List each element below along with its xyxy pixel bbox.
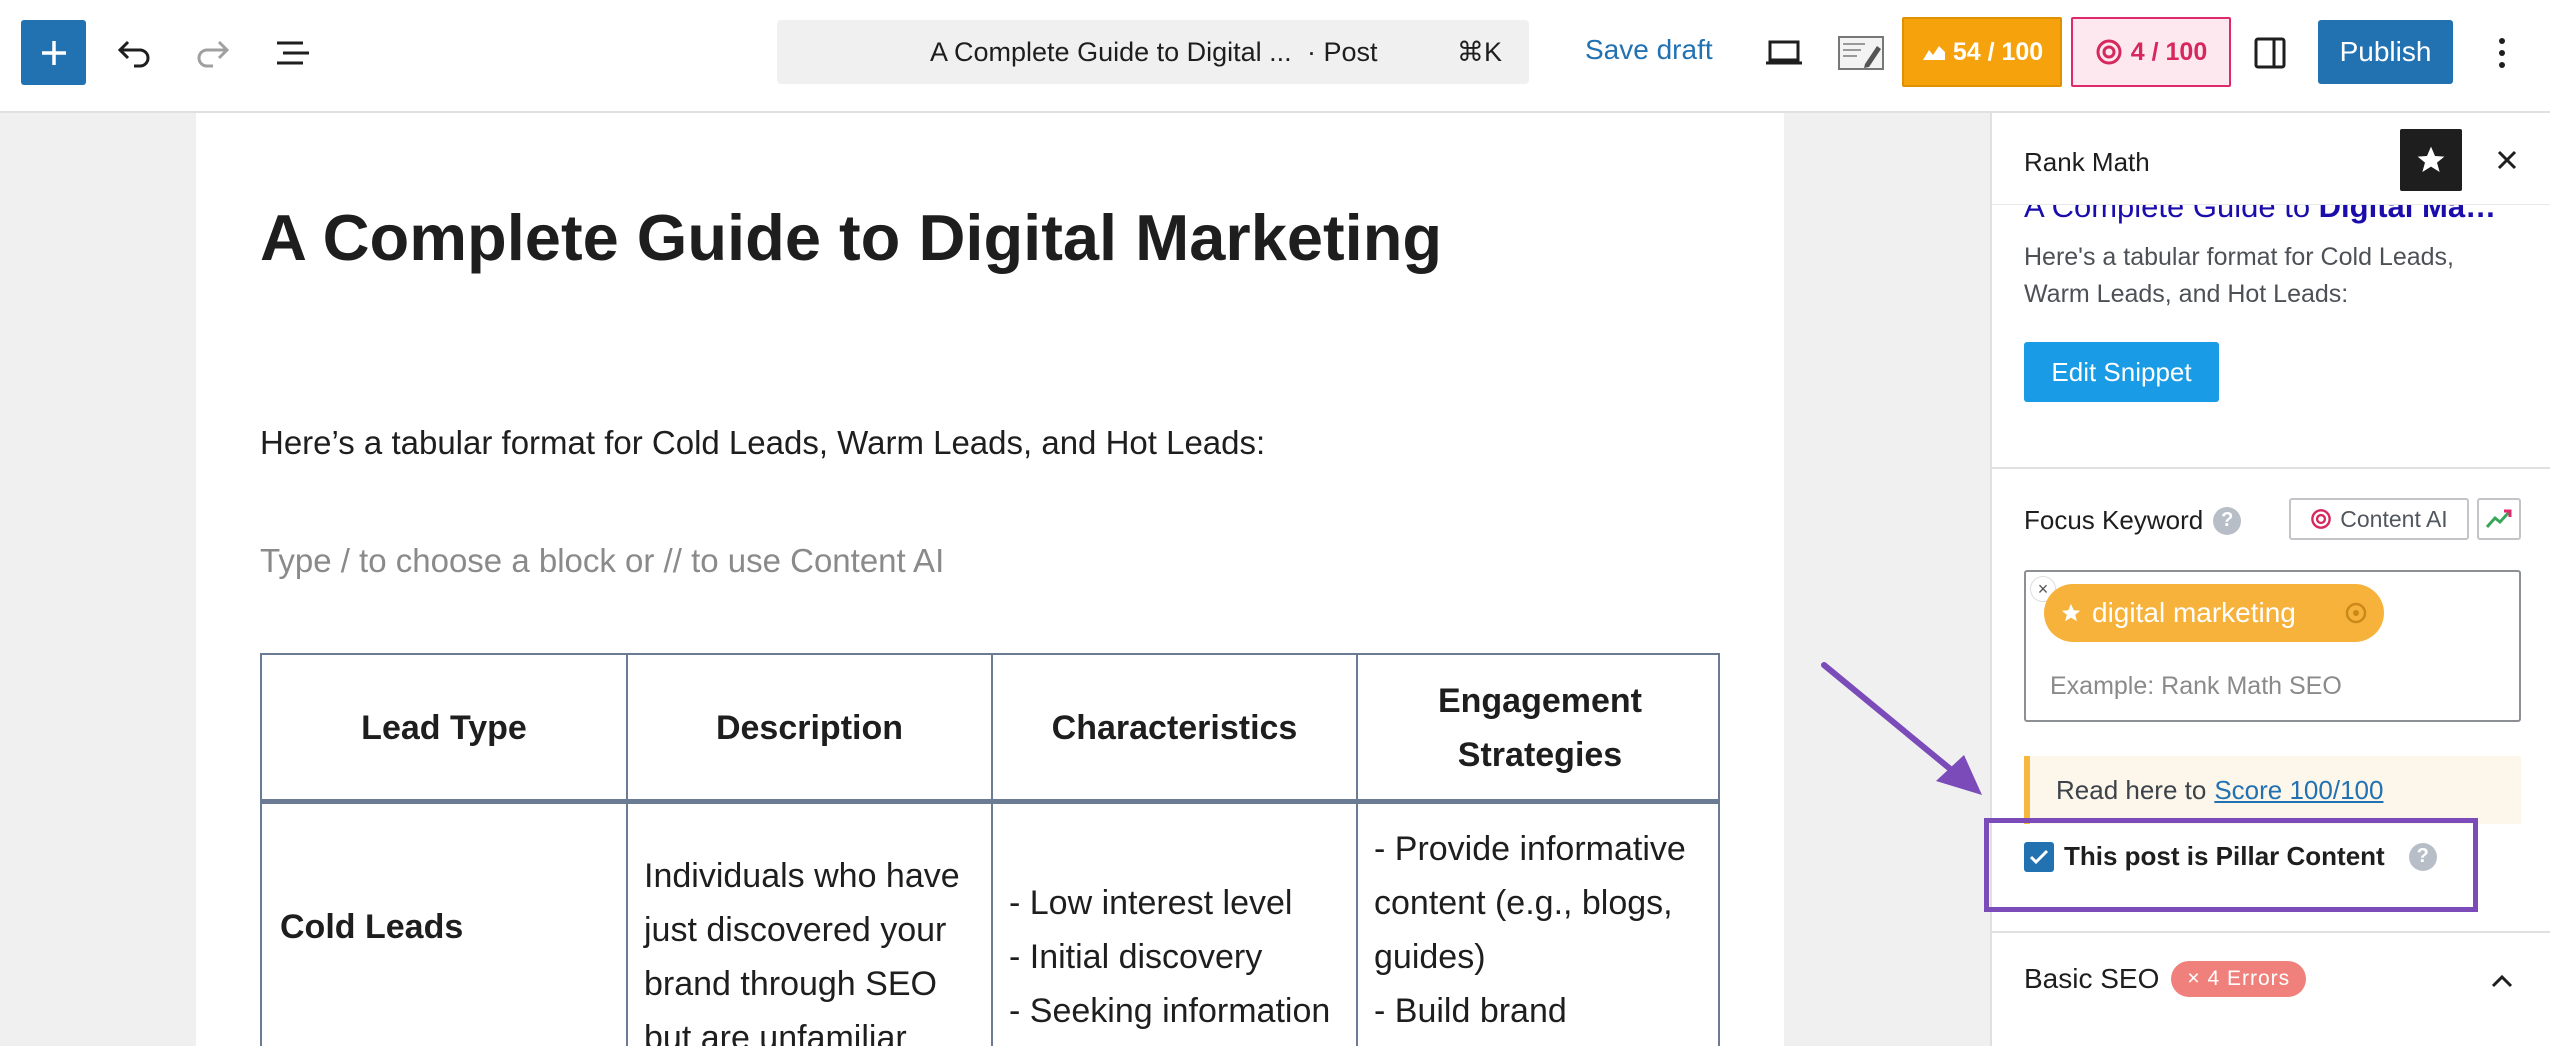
publish-button[interactable]: Publish <box>2318 20 2453 84</box>
content-ai-icon <box>2096 39 2122 65</box>
table-column-lead-type: Lead Type Cold Leads <box>262 655 628 1046</box>
options-menu-button[interactable] <box>2477 28 2527 78</box>
command-palette-bar[interactable]: A Complete Guide to Digital ... · Post ⌘… <box>777 20 1529 84</box>
focus-keyword-text: Focus Keyword <box>2024 505 2204 535</box>
trend-chart-icon <box>2485 509 2512 528</box>
pin-sidebar-button[interactable] <box>2400 129 2462 191</box>
score-tip-notice: Read here to Score 100/100 <box>2024 756 2521 824</box>
chevron-up-icon <box>2491 974 2513 988</box>
preview-button[interactable] <box>1757 28 1811 78</box>
cell-line: Individuals who have <box>644 857 960 895</box>
settings-sidebar-button[interactable] <box>2245 28 2295 78</box>
close-icon <box>2497 150 2517 170</box>
top-toolbar: A Complete Guide to Digital ... · Post ⌘… <box>0 0 2550 113</box>
edit-document-icon <box>1838 36 1884 70</box>
table-column-description: Description Individuals who have just di… <box>628 655 993 1046</box>
trends-button[interactable] <box>2477 498 2521 540</box>
table-cell-strategies[interactable]: - Provide informative content (e.g., blo… <box>1358 822 1718 1038</box>
table-cell-description[interactable]: Individuals who have just discovered you… <box>628 849 991 1046</box>
star-icon <box>2061 603 2081 622</box>
basic-seo-panel-toggle[interactable]: Basic SEO × 4 Errors <box>2024 961 2307 997</box>
list-view-icon <box>277 41 309 65</box>
table-block[interactable]: Lead Type Cold Leads Description Individ… <box>260 653 1720 1046</box>
keyword-tag[interactable]: digital marketing <box>2044 584 2384 642</box>
keyword-input-placeholder[interactable]: Example: Rank Math SEO <box>2050 672 2342 701</box>
content-ai-icon <box>2311 509 2332 529</box>
table-cell-lead-type[interactable]: Cold Leads <box>262 805 626 1046</box>
plus-icon <box>41 40 66 65</box>
seo-score-value: 54 / 100 <box>1952 37 2044 66</box>
snippet-editor-button[interactable] <box>1834 28 1890 78</box>
sidebar-header: Rank Math <box>1992 113 2550 205</box>
table-header-cell[interactable]: Engagement Strategies <box>1358 655 1718 801</box>
table-header-cell[interactable]: Characteristics <box>993 655 1356 801</box>
cell-line: - Provide informative <box>1374 830 1686 868</box>
cell-line: guides) <box>1374 938 1486 976</box>
table-column-characteristics: Characteristics - Low interest level - I… <box>993 655 1358 1046</box>
annotation-highlight-box <box>1984 818 2478 912</box>
redo-icon <box>197 40 230 68</box>
redo-button[interactable] <box>188 28 238 78</box>
cell-line: - Initial discovery <box>1009 938 1263 976</box>
content-ai-button[interactable]: Content AI <box>2289 498 2469 540</box>
paragraph-block[interactable]: Here’s a tabular format for Cold Leads, … <box>260 424 1265 462</box>
refresh-icon[interactable] <box>2342 599 2370 627</box>
snippet-preview-description: Here's a tabular format for Cold Leads, … <box>2024 243 2454 308</box>
table-header-cell[interactable]: Lead Type <box>262 655 626 801</box>
close-sidebar-button[interactable] <box>2482 135 2532 185</box>
cell-line: just discovered your <box>644 911 947 949</box>
cmd-shortcut: ⌘K <box>1456 37 1502 67</box>
content-ai-label: Content AI <box>2340 505 2448 532</box>
score-tip-link[interactable]: Score 100/100 <box>2214 775 2383 806</box>
sidebar-title: Rank Math <box>2024 147 2150 177</box>
cell-line: - Low interest level <box>1009 884 1293 922</box>
document-overview-button[interactable] <box>268 28 318 78</box>
cell-line: content (e.g., blogs, <box>1374 884 1673 922</box>
table-column-strategies: Engagement Strategies - Provide informat… <box>1358 655 1718 1046</box>
save-draft-button[interactable]: Save draft <box>1585 34 1713 66</box>
undo-button[interactable] <box>109 28 159 78</box>
cell-line: - Build brand <box>1374 992 1567 1030</box>
post-title[interactable]: A Complete Guide to Digital Marketing <box>260 200 1442 275</box>
score-tip-text: Read here to <box>2056 774 2207 805</box>
seo-score-button[interactable]: 54 / 100 <box>1902 17 2062 87</box>
laptop-icon <box>1766 40 1802 65</box>
keyword-text: digital marketing <box>2092 597 2296 628</box>
help-icon[interactable]: ? <box>2213 506 2242 535</box>
edit-snippet-button[interactable]: Edit Snippet <box>2024 342 2219 402</box>
empty-block-placeholder[interactable]: Type / to choose a block or // to use Co… <box>260 542 944 580</box>
section-divider <box>1992 931 2550 933</box>
table-header-cell[interactable]: Description <box>628 655 991 801</box>
focus-keyword-field[interactable]: × digital marketing Example: Rank Math S… <box>2024 570 2521 722</box>
add-block-button[interactable] <box>21 20 86 85</box>
cell-line: brand through SEO <box>644 965 937 1003</box>
basic-seo-title: Basic SEO <box>2024 963 2160 994</box>
star-icon <box>2417 146 2445 172</box>
table-cell-characteristics[interactable]: - Low interest level - Initial discovery… <box>993 876 1356 1038</box>
sidebar-toggle-icon <box>2254 37 2286 69</box>
cell-line: - Seeking information <box>1009 992 1331 1030</box>
cmd-post-title: A Complete Guide to Digital ... <box>930 37 1292 67</box>
errors-badge: × 4 Errors <box>2171 961 2307 997</box>
cmd-post-type: · Post <box>1307 37 1378 67</box>
focus-keyword-label: Focus Keyword ? <box>2024 505 2242 536</box>
collapse-panel-button[interactable] <box>2482 961 2522 1001</box>
annotation-arrow-icon <box>1821 662 1982 795</box>
content-ai-score-button[interactable]: 4 / 100 <box>2071 17 2231 87</box>
cell-line: but are unfamiliar <box>644 1019 907 1046</box>
table-header-divider <box>262 799 1718 804</box>
rank-math-icon <box>1922 46 1945 60</box>
undo-icon <box>117 40 150 68</box>
content-ai-score-value: 4 / 100 <box>2130 37 2208 66</box>
more-vertical-icon <box>2499 38 2505 68</box>
section-divider <box>1992 467 2550 469</box>
